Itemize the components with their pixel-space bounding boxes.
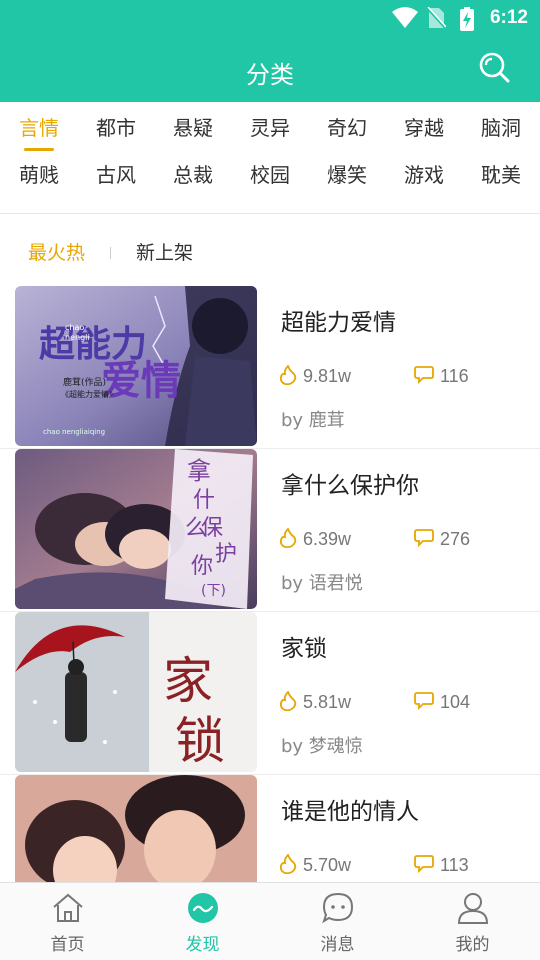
book-author: by 语君悦: [281, 573, 363, 594]
comment-icon: [414, 691, 434, 716]
category-chuanyue[interactable]: 穿越: [393, 113, 455, 143]
svg-text:(下): (下): [201, 583, 226, 599]
flame-icon: [279, 690, 297, 716]
svg-text:《超能力爱情》: 《超能力爱情》: [61, 389, 117, 399]
comment-stat: 276: [414, 528, 470, 553]
svg-text:锁: 锁: [175, 712, 225, 770]
category-youxi[interactable]: 游戏: [393, 160, 455, 190]
sort-tabs: 最火热 新上架: [0, 238, 540, 268]
search-icon: [479, 52, 510, 83]
comment-stat: 104: [414, 691, 470, 716]
comment-count: 113: [440, 855, 469, 875]
category-naodong[interactable]: 脑洞: [470, 113, 532, 143]
discover-icon: [187, 893, 218, 923]
book-item[interactable]: 超能力 爱情 chao nengli 鹿茸(作品) 《超能力爱情》 chao n…: [0, 286, 540, 449]
nav-profile[interactable]: 我的: [405, 883, 540, 960]
no-sim-icon: [426, 6, 447, 33]
popularity-stat: 5.70w: [279, 853, 352, 879]
category-baoxiao[interactable]: 爆笑: [316, 160, 378, 190]
svg-text:什: 什: [193, 488, 215, 513]
status-time: 6:12: [489, 7, 528, 28]
comment-icon: [414, 528, 434, 553]
app-header: 6:12 分类: [0, 0, 540, 102]
svg-text:鹿茸(作品): 鹿茸(作品): [63, 376, 106, 388]
svg-text:chao: chao: [65, 323, 84, 332]
battery-charging-icon: [459, 7, 475, 35]
flame-icon: [279, 853, 297, 879]
bottom-navigation: 首页 发现 消息 我的: [0, 882, 540, 960]
comment-icon: [414, 365, 434, 390]
category-danmei[interactable]: 耽美: [470, 160, 532, 190]
popularity-value: 5.81w: [303, 692, 352, 712]
book-title: 家锁: [281, 636, 327, 662]
book-title: 谁是他的情人: [281, 799, 419, 825]
message-icon: [321, 892, 353, 924]
category-yanqing[interactable]: 言情: [8, 113, 70, 143]
book-title: 超能力爱情: [281, 310, 396, 336]
wifi-icon: [392, 7, 418, 33]
comment-stat: 116: [414, 365, 469, 390]
category-xuanyi[interactable]: 悬疑: [162, 113, 224, 143]
active-category-indicator: [24, 148, 54, 151]
search-button[interactable]: [478, 51, 510, 83]
svg-text:家: 家: [163, 652, 213, 710]
book-author: by 梦魂惊: [281, 736, 363, 757]
comment-stat: 113: [414, 854, 469, 879]
svg-text:你: 你: [191, 554, 213, 579]
category-qihuan[interactable]: 奇幻: [316, 113, 378, 143]
page-title: 分类: [246, 61, 294, 89]
book-cover: 超能力 爱情 chao nengli 鹿茸(作品) 《超能力爱情》 chao n…: [15, 286, 257, 446]
nav-discover[interactable]: 发现: [135, 883, 270, 960]
popularity-value: 9.81w: [303, 366, 352, 386]
flame-icon: [279, 527, 297, 553]
book-item[interactable]: 家 锁 家锁 5.81w 104 by 梦魂惊: [0, 612, 540, 775]
nav-messages[interactable]: 消息: [270, 883, 405, 960]
comment-icon: [414, 854, 434, 879]
sort-tab-hot[interactable]: 最火热: [28, 238, 85, 268]
flame-icon: [279, 364, 297, 390]
popularity-stat: 6.39w: [279, 527, 352, 553]
category-mengjian[interactable]: 萌贱: [8, 160, 70, 190]
sort-divider: [110, 247, 111, 259]
book-cover: 家 锁: [15, 612, 257, 772]
comment-count: 104: [440, 692, 471, 712]
book-author: by 鹿茸: [281, 410, 345, 431]
category-lingyi[interactable]: 灵异: [239, 113, 301, 143]
category-grid: 言情 都市 悬疑 灵异 奇幻 穿越 脑洞 萌贱 古风 总裁 校园 爆笑 游戏 耽…: [0, 102, 540, 214]
category-xiaoyuan[interactable]: 校园: [239, 160, 301, 190]
home-icon: [52, 893, 83, 922]
nav-home-label: 首页: [50, 935, 85, 955]
svg-text:chao nengliaiqing: chao nengliaiqing: [43, 428, 105, 436]
book-title: 拿什么保护你: [281, 473, 419, 499]
book-item[interactable]: 拿 什 么 保 护 你 (下) 拿什么保护你 6.39w 276 by 语君悦: [0, 449, 540, 612]
status-bar: 6:12: [0, 0, 540, 36]
sort-tab-new[interactable]: 新上架: [136, 238, 193, 268]
popularity-value: 5.70w: [303, 855, 352, 875]
profile-icon: [457, 893, 488, 924]
popularity-stat: 5.81w: [279, 690, 352, 716]
nav-messages-label: 消息: [320, 935, 355, 955]
svg-text:保: 保: [201, 516, 223, 541]
comment-count: 116: [440, 366, 469, 386]
category-gufeng[interactable]: 古风: [85, 160, 147, 190]
nav-home[interactable]: 首页: [0, 883, 135, 960]
nav-profile-label: 我的: [455, 935, 490, 955]
category-zongcai[interactable]: 总裁: [162, 160, 224, 190]
book-cover: 拿 什 么 保 护 你 (下): [15, 449, 257, 609]
svg-text:护: 护: [215, 542, 237, 567]
comment-count: 276: [440, 529, 471, 549]
svg-text:拿: 拿: [187, 457, 211, 485]
popularity-value: 6.39w: [303, 529, 352, 549]
nav-discover-label: 发现: [185, 935, 220, 955]
svg-text:nengli: nengli: [65, 333, 90, 342]
category-dushi[interactable]: 都市: [85, 113, 147, 143]
popularity-stat: 9.81w: [279, 364, 352, 390]
